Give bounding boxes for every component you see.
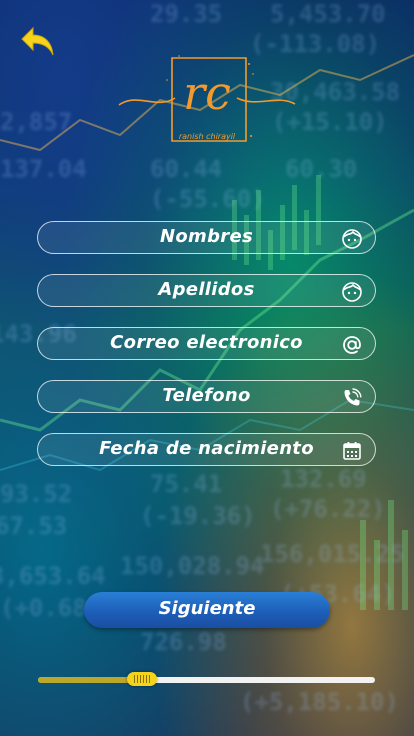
back-button[interactable] [20,24,58,60]
bg-number: 150,028.94 [120,552,265,580]
field-label: Telefono [162,385,251,406]
field-correo-electronico[interactable]: Correo electronico [37,327,376,360]
bg-number: 3,653.64 [0,562,106,590]
logo-name: ranish chirayil [178,132,236,141]
bg-number: 60.44 [150,155,223,183]
field-label: Nombres [160,226,253,247]
progress-slider[interactable] [38,672,375,686]
bg-number: 137.04 [0,155,87,183]
at-sign-icon [343,336,361,354]
field-label: Correo electronico [110,332,303,353]
bg-number: 75.41 [150,470,223,498]
progress-handle[interactable] [127,672,158,686]
bg-number: 67.53 [0,512,68,540]
bg-number: 156,015.25 [260,540,405,568]
bg-number: 726.98 [140,628,227,656]
field-nombres[interactable]: Nombres [37,221,376,254]
field-label: Fecha de nacimiento [99,438,314,459]
brand-logo: rc ranish chirayil [117,50,297,150]
bg-number: 5,453.70 [270,0,386,28]
phone-icon [344,388,362,406]
bg-number: (+5,185.10) [240,688,399,716]
field-telefono[interactable]: Telefono [37,380,376,413]
back-arrow-icon [21,26,54,56]
bg-number: 132.69 [280,465,367,493]
bg-number: 93.52 [0,480,73,508]
calendar-icon [343,442,361,460]
bg-number: 2,857 [0,108,73,136]
field-label: Apellidos [158,279,255,300]
siguiente-button-label: Siguiente [158,598,256,619]
face-icon [342,229,362,249]
bg-number: (+76.22) [270,495,386,523]
face-icon [342,282,362,302]
bg-number: 60.30 [285,155,358,183]
field-fecha-de-nacimiento[interactable]: Fecha de nacimiento [37,433,376,466]
bg-number: (-19.36) [140,502,256,530]
bg-number: (-55.60) [150,185,266,213]
siguiente-button[interactable]: Siguiente [84,592,330,628]
bg-number: 29.35 [150,0,223,28]
field-apellidos[interactable]: Apellidos [37,274,376,307]
logo-monogram: rc [183,66,231,120]
